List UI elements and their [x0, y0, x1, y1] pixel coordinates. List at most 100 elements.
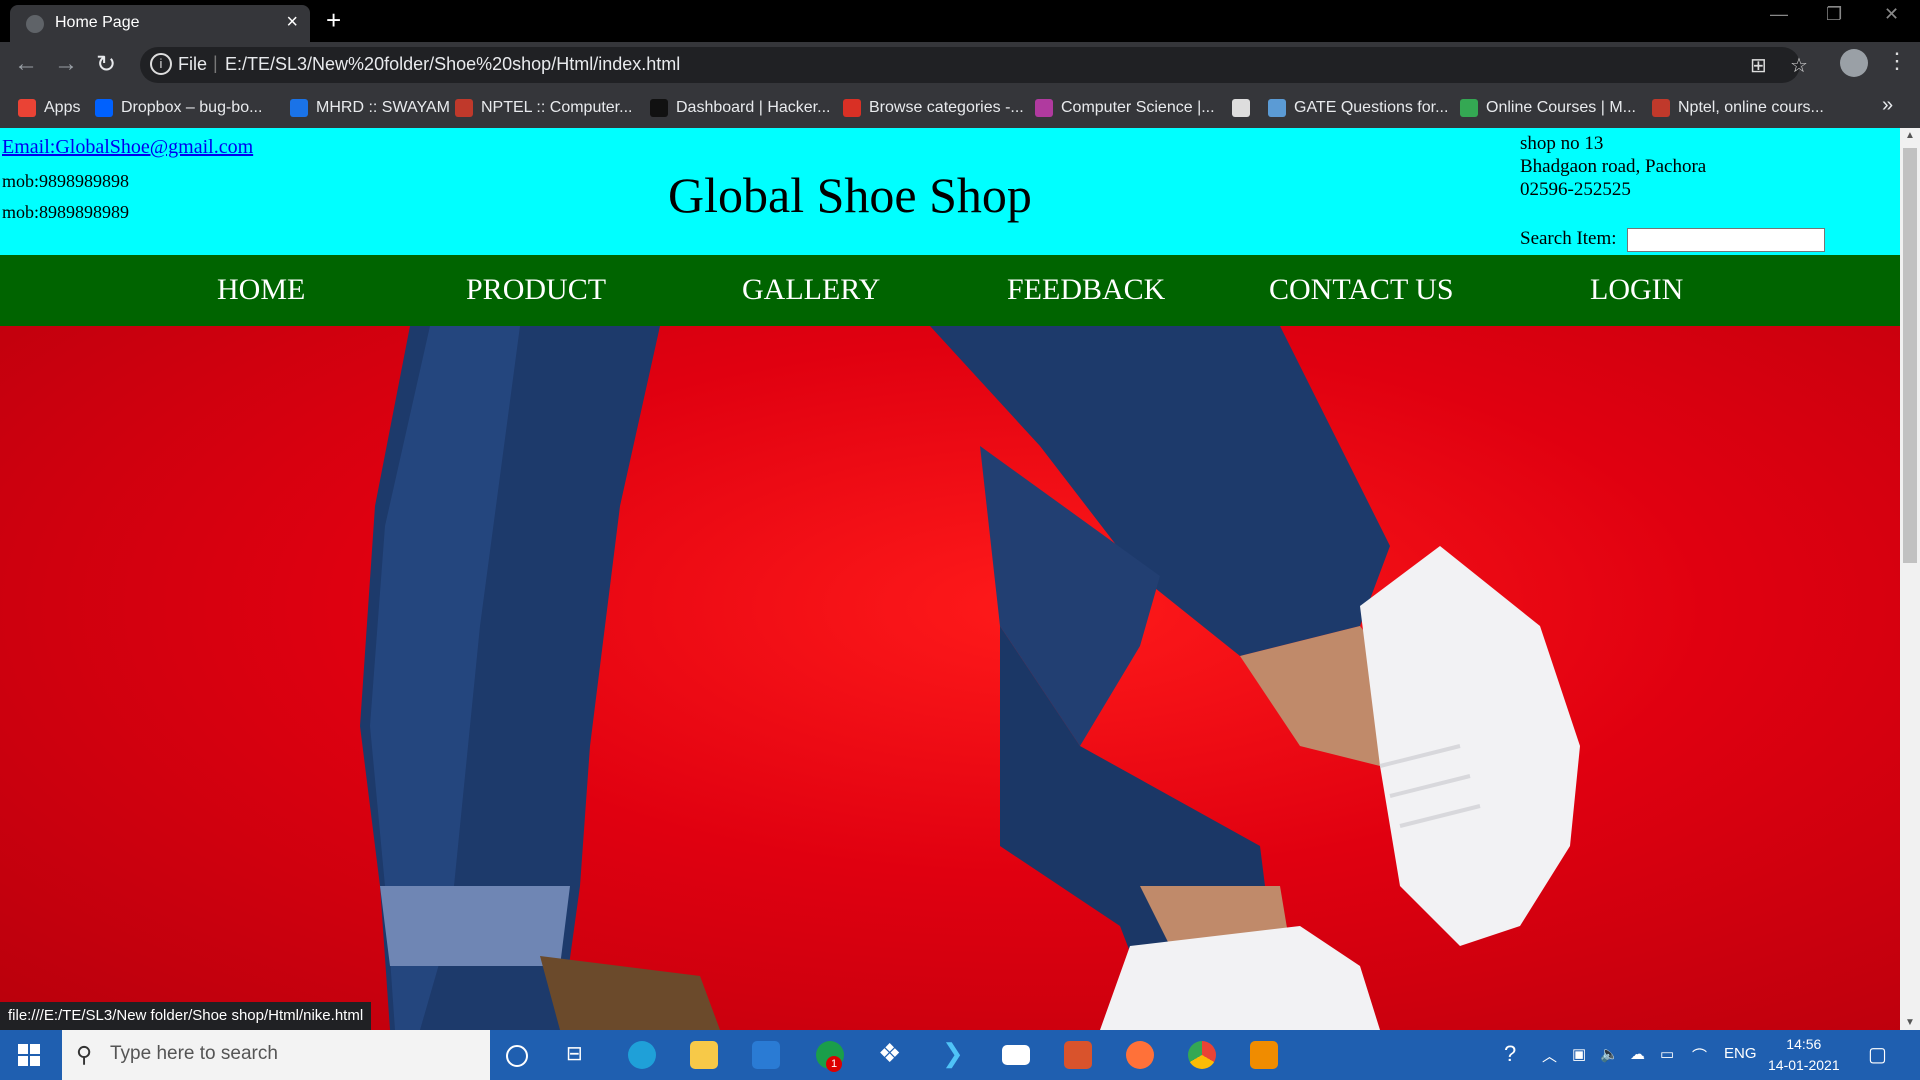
chevron-up-icon[interactable]: ︿: [1542, 1045, 1557, 1066]
bookmark-item[interactable]: GATE Questions for...: [1268, 96, 1448, 120]
bookmark-item[interactable]: [1232, 96, 1258, 120]
file-explorer-icon[interactable]: [690, 1041, 718, 1069]
shop-phone: 02596-252525: [1520, 179, 1631, 200]
minimize-icon[interactable]: —: [1770, 4, 1788, 25]
search-icon: ⚲: [76, 1042, 93, 1067]
vscode-icon[interactable]: ❯: [942, 1038, 970, 1068]
bookmark-favicon-icon: [290, 99, 308, 117]
clock-date: 14-01-2021: [1768, 1057, 1840, 1073]
bookmark-label: GATE Questions for...: [1294, 99, 1449, 116]
nav-product[interactable]: PRODUCT: [466, 273, 606, 307]
bookmark-item[interactable]: Nptel, online cours...: [1652, 96, 1824, 120]
new-tab-button[interactable]: +: [326, 5, 341, 36]
url-separator: |: [213, 53, 218, 73]
scrollbar-thumb[interactable]: [1903, 148, 1917, 563]
search-input[interactable]: [1627, 228, 1825, 252]
bookmark-item[interactable]: Apps: [18, 96, 80, 120]
globe-icon: [26, 15, 44, 33]
menu-icon[interactable]: ⋮: [1886, 48, 1908, 74]
bookmark-label: Online Courses | M...: [1486, 99, 1636, 116]
scroll-down-icon[interactable]: ▼: [1905, 1017, 1915, 1028]
bookmark-label: MHRD :: SWAYAM: [316, 99, 450, 116]
firefox-icon[interactable]: [1126, 1041, 1154, 1069]
browser-toolbar: ← → ↻ i File | E:/TE/SL3/New%20folder/Sh…: [0, 42, 1920, 88]
bookmarks-overflow-button[interactable]: »: [1882, 94, 1893, 117]
nav-login[interactable]: LOGIN: [1590, 273, 1683, 307]
profile-avatar[interactable]: [1840, 49, 1868, 77]
nav-home[interactable]: HOME: [217, 273, 305, 307]
notification-badge: 1: [826, 1056, 842, 1072]
back-icon[interactable]: ←: [14, 50, 38, 78]
bookmark-item[interactable]: Computer Science |...: [1035, 96, 1215, 120]
bookmark-label: Dashboard | Hacker...: [676, 99, 831, 116]
vertical-scrollbar[interactable]: ▲ ▼: [1900, 128, 1920, 1030]
store-icon[interactable]: [752, 1041, 780, 1069]
nav-feedback[interactable]: FEEDBACK: [1007, 273, 1165, 307]
windows-start-icon[interactable]: [18, 1044, 40, 1066]
bookmark-item[interactable]: Browse categories -...: [843, 96, 1024, 120]
bookmark-favicon-icon: [18, 99, 36, 117]
bookmark-item[interactable]: NPTEL :: Computer...: [455, 96, 632, 120]
site-header: Email:GlobalShoe@gmail.com mob:989898989…: [0, 128, 1900, 255]
email-link[interactable]: Email:GlobalShoe@gmail.com: [2, 136, 253, 159]
mail-icon[interactable]: [1002, 1045, 1030, 1065]
site-title: Global Shoe Shop: [668, 167, 1032, 223]
bookmark-favicon-icon: [1232, 99, 1250, 117]
action-center-icon[interactable]: ▢: [1868, 1042, 1887, 1067]
web-page: Email:GlobalShoe@gmail.com mob:989898989…: [0, 128, 1900, 1030]
reload-icon[interactable]: ↻: [96, 50, 116, 79]
sublime-text-icon[interactable]: [1250, 1041, 1278, 1069]
url-scheme: File: [178, 54, 208, 74]
bookmark-item[interactable]: Dashboard | Hacker...: [650, 96, 830, 120]
edge-icon[interactable]: [628, 1041, 656, 1069]
chrome-icon[interactable]: [1188, 1041, 1216, 1069]
bookmark-item[interactable]: MHRD :: SWAYAM: [290, 96, 450, 120]
bookmark-label: Browse categories -...: [869, 99, 1024, 116]
forward-icon[interactable]: →: [54, 50, 78, 78]
taskbar-search[interactable]: ⚲ Type here to search: [62, 1030, 490, 1080]
nav-gallery[interactable]: GALLERY: [742, 273, 880, 307]
bookmark-favicon-icon: [95, 99, 113, 117]
scroll-up-icon[interactable]: ▲: [1905, 130, 1915, 141]
mobile-number-1: mob:9898989898: [2, 171, 130, 191]
bookmark-label: Dropbox – bug-bo...: [121, 99, 263, 116]
volume-icon[interactable]: 🔈: [1600, 1045, 1619, 1063]
system-clock[interactable]: 14:56 14-01-2021: [1768, 1034, 1840, 1076]
close-tab-icon[interactable]: ×: [286, 11, 298, 34]
hero-image: [0, 326, 1900, 1030]
address-line-2: Bhadgaon road, Pachora: [1520, 156, 1707, 177]
translate-icon[interactable]: ⊞: [1750, 53, 1767, 78]
nav-contact-us[interactable]: CONTACT US: [1269, 273, 1454, 307]
cortana-icon[interactable]: [506, 1045, 528, 1067]
tab-title: Home Page: [55, 14, 140, 31]
battery-icon[interactable]: ▭: [1660, 1045, 1674, 1063]
language-indicator[interactable]: ENG: [1724, 1045, 1757, 1062]
office-icon[interactable]: [1064, 1041, 1092, 1069]
restore-icon[interactable]: ❐: [1826, 4, 1842, 25]
wifi-icon[interactable]: ⌒: [1692, 1045, 1707, 1066]
taskbar-search-placeholder: Type here to search: [110, 1043, 278, 1064]
cloud-icon[interactable]: ☁: [1630, 1045, 1645, 1063]
network-app-icon[interactable]: ▣: [1572, 1045, 1586, 1063]
tab-strip: Home Page × + — ❐ ✕: [0, 0, 1920, 42]
bookmark-label: Computer Science |...: [1061, 99, 1215, 116]
main-nav: HOME PRODUCT GALLERY FEEDBACK CONTACT US…: [0, 255, 1900, 326]
bookmark-item[interactable]: Online Courses | M...: [1460, 96, 1636, 120]
bookmark-favicon-icon: [843, 99, 861, 117]
bookmark-favicon-icon: [1268, 99, 1286, 117]
address-bar[interactable]: i File | E:/TE/SL3/New%20folder/Shoe%20s…: [140, 47, 1808, 83]
close-window-icon[interactable]: ✕: [1884, 4, 1899, 25]
browser-tab[interactable]: Home Page ×: [10, 5, 310, 42]
help-icon[interactable]: ?: [1504, 1041, 1516, 1067]
bookmark-label: Nptel, online cours...: [1678, 99, 1824, 116]
bookmark-star-icon[interactable]: ☆: [1790, 53, 1808, 78]
bookmark-label: NPTEL :: Computer...: [481, 99, 633, 116]
url-text[interactable]: E:/TE/SL3/New%20folder/Shoe%20shop/Html/…: [225, 54, 680, 75]
bookmark-item[interactable]: Dropbox – bug-bo...: [95, 96, 262, 120]
info-icon[interactable]: i: [150, 53, 172, 75]
mobile-number-2: mob:8989898989: [2, 202, 130, 222]
search-label: Search Item:: [1520, 228, 1617, 249]
dropbox-icon[interactable]: ❖: [878, 1038, 906, 1068]
shop-address: shop no 13 Bhadgaon road, Pachora 02596-…: [1520, 132, 1706, 201]
task-view-icon[interactable]: ⊟: [566, 1041, 594, 1069]
